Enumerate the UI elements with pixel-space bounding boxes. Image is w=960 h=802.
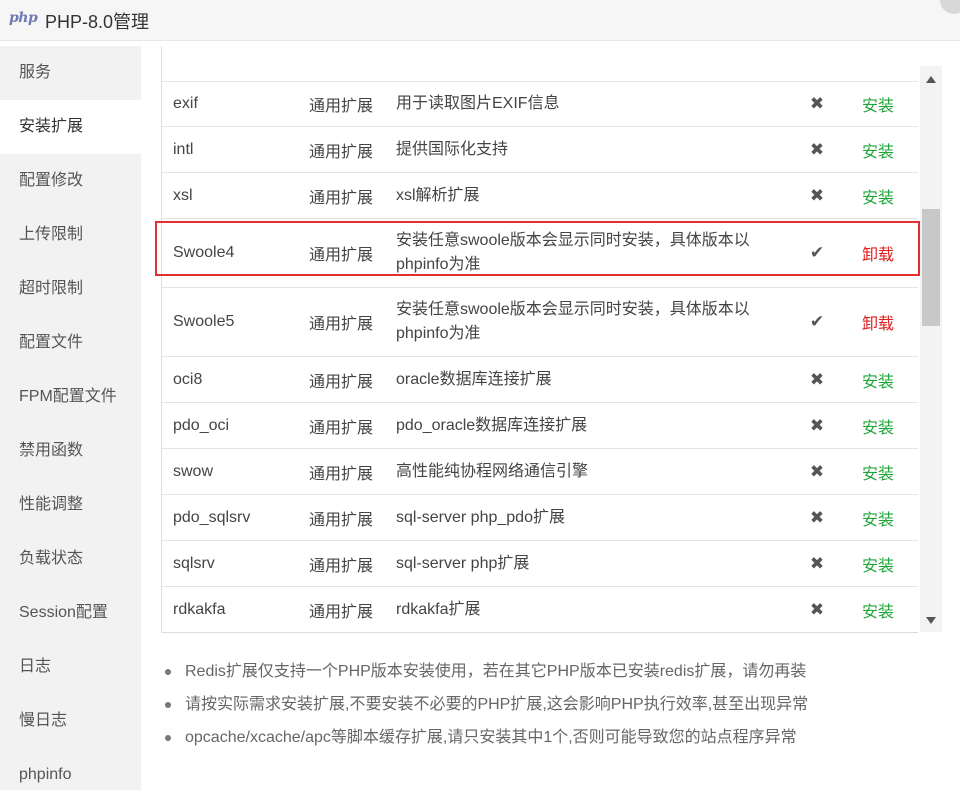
sidebar-item-fpm-config[interactable]: FPM配置文件 xyxy=(0,370,141,424)
not-installed-x-icon: ✖ xyxy=(809,553,825,573)
tip-item: opcache/xcache/apc等脚本缓存扩展,请只安装其中1个,否则可能导… xyxy=(162,723,808,756)
not-installed-x-icon: ✖ xyxy=(809,507,825,527)
scrollbar-thumb[interactable] xyxy=(922,209,940,326)
extension-type: 通用扩展 xyxy=(309,511,374,529)
extension-name: pdo_oci xyxy=(173,416,230,434)
extension-type: 通用扩展 xyxy=(309,557,374,575)
extensions-table: exif 通用扩展 用于读取图片EXIF信息 ✖ 安装 intl 通用扩展 提供… xyxy=(161,46,918,633)
sidebar-item-slow-log[interactable]: 慢日志 xyxy=(0,694,141,748)
extension-name: rdkakfa xyxy=(173,600,226,618)
install-link[interactable]: 安装 xyxy=(862,81,894,126)
table-row: intl 通用扩展 提供国际化支持 ✖ 安装 xyxy=(162,127,918,173)
extension-description: sql-server php扩展 xyxy=(396,554,530,572)
not-installed-x-icon: ✖ xyxy=(809,369,825,389)
extension-type: 通用扩展 xyxy=(309,143,374,161)
extension-description: 用于读取图片EXIF信息 xyxy=(396,94,560,112)
window-title: PHP-8.0管理 xyxy=(45,12,150,32)
sidebar-item-session-config[interactable]: Session配置 xyxy=(0,586,141,640)
extension-type: 通用扩展 xyxy=(309,373,374,391)
not-installed-x-icon: ✖ xyxy=(809,93,825,113)
table-row: Swoole5 通用扩展 安装任意swoole版本会显示同时安装，具体版本以ph… xyxy=(162,288,918,357)
sidebar-menu: 服务 安装扩展 配置修改 上传限制 超时限制 配置文件 FPM配置文件 禁用函数… xyxy=(0,46,141,790)
install-link[interactable]: 安装 xyxy=(862,173,894,218)
install-link[interactable]: 安装 xyxy=(862,449,894,494)
sidebar-item-performance[interactable]: 性能调整 xyxy=(0,478,141,532)
install-link[interactable]: 安装 xyxy=(862,127,894,172)
not-installed-x-icon: ✖ xyxy=(809,185,825,205)
extension-type: 通用扩展 xyxy=(309,465,374,483)
table-row: Swoole4 通用扩展 安装任意swoole版本会显示同时安装，具体版本以ph… xyxy=(162,219,918,288)
sidebar-item-config-file[interactable]: 配置文件 xyxy=(0,316,141,370)
sidebar-item-upload-limit[interactable]: 上传限制 xyxy=(0,208,141,262)
close-button[interactable] xyxy=(940,0,960,14)
sidebar-item-disabled-functions[interactable]: 禁用函数 xyxy=(0,424,141,478)
not-installed-x-icon: ✖ xyxy=(809,599,825,619)
tips-list: Redis扩展仅支持一个PHP版本安装使用，若在其它PHP版本已安装redis扩… xyxy=(162,657,808,756)
extension-description: pdo_oracle数据库连接扩展 xyxy=(396,416,588,434)
table-row: rdkakfa 通用扩展 rdkakfa扩展 ✖ 安装 xyxy=(162,587,918,632)
tip-item: 请按实际需求安装扩展,不要安装不必要的PHP扩展,这会影响PHP执行效率,甚至出… xyxy=(162,690,808,723)
extension-description: 提供国际化支持 xyxy=(396,140,509,158)
extension-name: pdo_sqlsrv xyxy=(173,508,251,526)
install-link[interactable]: 安装 xyxy=(862,403,894,448)
extension-description: sql-server php_pdo扩展 xyxy=(396,508,565,526)
extension-description: 安装任意swoole版本会显示同时安装，具体版本以phpinfo为准 xyxy=(396,301,750,342)
extension-name: intl xyxy=(173,140,194,158)
uninstall-link[interactable]: 卸载 xyxy=(862,288,894,356)
title-bar: php PHP-8.0管理 xyxy=(0,0,960,41)
extension-description: 安装任意swoole版本会显示同时安装，具体版本以phpinfo为准 xyxy=(396,232,750,273)
extension-name: xsl xyxy=(173,186,193,204)
scroll-up-arrow-icon[interactable] xyxy=(926,76,936,83)
uninstall-link[interactable]: 卸载 xyxy=(862,219,894,287)
extension-name: sqlsrv xyxy=(173,554,215,572)
extension-name: Swoole4 xyxy=(173,244,235,261)
scroll-down-arrow-icon[interactable] xyxy=(926,617,936,624)
extension-type: 通用扩展 xyxy=(309,316,374,333)
table-row: exif 通用扩展 用于读取图片EXIF信息 ✖ 安装 xyxy=(162,81,918,127)
table-row: xsl 通用扩展 xsl解析扩展 ✖ 安装 xyxy=(162,173,918,219)
extension-name: swow xyxy=(173,462,214,480)
installed-check-icon: ✔ xyxy=(809,243,825,262)
sidebar-item-log[interactable]: 日志 xyxy=(0,640,141,694)
table-row: pdo_sqlsrv 通用扩展 sql-server php_pdo扩展 ✖ 安… xyxy=(162,495,918,541)
install-link[interactable]: 安装 xyxy=(862,541,894,586)
extension-name: oci8 xyxy=(173,370,203,388)
extension-description: xsl解析扩展 xyxy=(396,186,480,204)
table-row: sqlsrv 通用扩展 sql-server php扩展 ✖ 安装 xyxy=(162,541,918,587)
install-link[interactable]: 安装 xyxy=(862,357,894,402)
not-installed-x-icon: ✖ xyxy=(809,461,825,481)
extension-type: 通用扩展 xyxy=(309,247,374,264)
not-installed-x-icon: ✖ xyxy=(809,415,825,435)
sidebar-item-timeout-limit[interactable]: 超时限制 xyxy=(0,262,141,316)
extension-name: exif xyxy=(173,94,198,112)
sidebar-item-load-status[interactable]: 负载状态 xyxy=(0,532,141,586)
extension-type: 通用扩展 xyxy=(309,189,374,207)
extension-description: rdkakfa扩展 xyxy=(396,600,481,618)
table-row: swow 通用扩展 高性能纯协程网络通信引擎 ✖ 安装 xyxy=(162,449,918,495)
extension-name: Swoole5 xyxy=(173,313,235,330)
not-installed-x-icon: ✖ xyxy=(809,139,825,159)
extension-type: 通用扩展 xyxy=(309,603,374,621)
extension-description: 高性能纯协程网络通信引擎 xyxy=(396,462,589,480)
table-row: oci8 通用扩展 oracle数据库连接扩展 ✖ 安装 xyxy=(162,357,918,403)
tip-item: Redis扩展仅支持一个PHP版本安装使用，若在其它PHP版本已安装redis扩… xyxy=(162,657,808,690)
php-logo-icon: php xyxy=(9,10,38,26)
extension-description: oracle数据库连接扩展 xyxy=(396,370,552,388)
table-row: pdo_oci 通用扩展 pdo_oracle数据库连接扩展 ✖ 安装 xyxy=(162,403,918,449)
sidebar-item-phpinfo[interactable]: phpinfo xyxy=(0,748,141,802)
table-row-partial xyxy=(162,46,918,82)
installed-check-icon: ✔ xyxy=(809,312,825,331)
install-link[interactable]: 安装 xyxy=(862,495,894,540)
extension-type: 通用扩展 xyxy=(309,97,374,115)
table-scrollbar[interactable] xyxy=(920,66,942,632)
sidebar-item-config-edit[interactable]: 配置修改 xyxy=(0,154,141,208)
install-link[interactable]: 安装 xyxy=(862,587,894,632)
sidebar-item-install-extensions[interactable]: 安装扩展 xyxy=(0,100,141,154)
sidebar-item-service[interactable]: 服务 xyxy=(0,46,141,100)
extension-type: 通用扩展 xyxy=(309,419,374,437)
